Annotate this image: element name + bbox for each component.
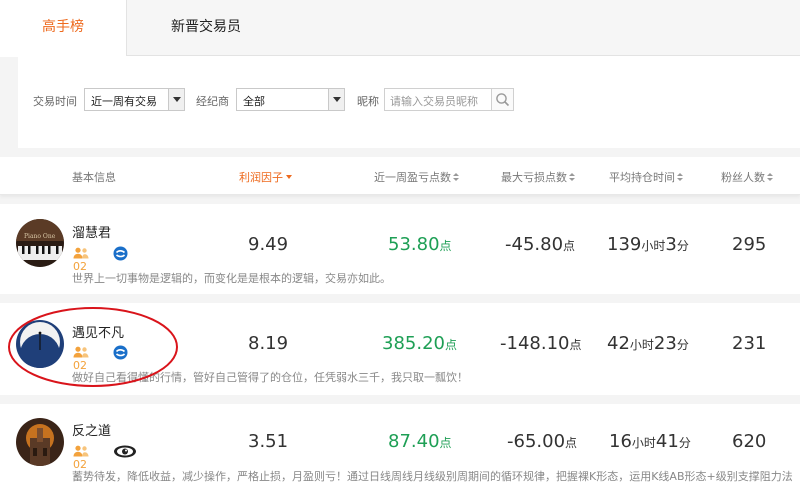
col-max-loss[interactable]: 最大亏损点数 [501, 169, 575, 185]
week-points-number: 385.20 [382, 333, 445, 354]
hold-hours-number: 42 [607, 333, 630, 354]
trade-time-value: 近一周有交易 [91, 95, 157, 108]
col-avg-hold-label: 平均持仓时间 [609, 171, 675, 184]
hours-unit: 小时 [641, 239, 666, 253]
fans-value: 295 [732, 234, 767, 255]
people-icon [73, 445, 89, 457]
fans-value: 231 [732, 333, 767, 354]
max-loss-number: -45.80 [505, 234, 564, 255]
week-points-number: 53.80 [388, 234, 440, 255]
sort-icon [569, 173, 575, 182]
points-unit: 点 [565, 436, 578, 450]
profit-factor-value: 3.51 [248, 431, 289, 452]
svg-text:Piano One: Piano One [24, 233, 56, 240]
chevron-down-icon[interactable] [328, 89, 344, 110]
nickname-label: 昵称 [357, 95, 379, 108]
filter-bar: 交易时间 近一周有交易 经纪商 全部 昵称 请输入交易员昵称 [18, 56, 800, 148]
col-fans[interactable]: 粉丝人数 [721, 169, 773, 185]
hours-unit: 小时 [631, 436, 656, 450]
table-header: 基本信息 利润因子 近一周盈亏点数 最大亏损点数 平均持仓时间 粉丝人数 [0, 157, 800, 195]
max-loss-number: -148.10 [500, 333, 570, 354]
minutes-unit: 分 [676, 338, 689, 352]
sort-icon [677, 173, 683, 182]
sort-icon [453, 173, 459, 182]
people-icon [73, 247, 89, 259]
points-unit: 点 [569, 338, 582, 352]
trader-name[interactable]: 溜慧君 [72, 222, 111, 241]
table-row[interactable]: Piano One 溜慧君 02 世界上一切事物是逻辑的，而变化是是根本的逻辑，… [0, 204, 800, 294]
tab-bar: 高手榜 新晋交易员 [0, 0, 800, 57]
profit-factor-value: 9.49 [248, 234, 289, 255]
eye-level-icon [114, 445, 136, 458]
col-week-points[interactable]: 近一周盈亏点数 [374, 169, 459, 185]
col-profit-factor[interactable]: 利润因子 [239, 169, 292, 185]
trader-name[interactable]: 反之道 [72, 420, 111, 439]
search-icon [496, 93, 510, 107]
hold-minutes-number: 3 [665, 234, 677, 255]
chevron-down-icon[interactable] [168, 89, 184, 110]
fans-value: 620 [732, 431, 767, 452]
hold-hours-number: 139 [607, 234, 642, 255]
hold-minutes-number: 23 [653, 333, 677, 354]
trade-time-label: 交易时间 [33, 95, 77, 108]
sort-icon [767, 173, 773, 182]
points-unit: 点 [444, 338, 457, 352]
week-points-value: 87.40点 [388, 431, 452, 452]
col-profit-factor-label: 利润因子 [239, 171, 283, 184]
max-loss-value: -45.80点 [505, 234, 575, 255]
col-fans-label: 粉丝人数 [721, 171, 765, 184]
avg-hold-value: 139小时3分 [607, 234, 689, 255]
hours-unit: 小时 [629, 338, 654, 352]
max-loss-value: -148.10点 [500, 333, 582, 354]
tab-new-traders[interactable]: 新晋交易员 [127, 0, 285, 56]
trade-time-select[interactable]: 近一周有交易 [84, 88, 185, 111]
col-basic-info: 基本信息 [72, 171, 116, 184]
avg-hold-value: 16小时41分 [609, 431, 691, 452]
hold-minutes-number: 41 [655, 431, 679, 452]
trader-motto: 蓄势待发，降低收益，减少操作，严格止损，月盈则亏！通过日线周线月线级别周期间的循… [72, 470, 793, 483]
week-points-value: 53.80点 [388, 234, 452, 255]
broker-select[interactable]: 全部 [236, 88, 345, 111]
avatar[interactable] [16, 418, 64, 466]
nickname-search-input[interactable]: 请输入交易员昵称 [384, 88, 492, 111]
sort-desc-icon [286, 175, 292, 179]
avatar[interactable]: Piano One [16, 219, 64, 267]
max-loss-value: -65.00点 [507, 431, 577, 452]
week-points-value: 385.20点 [382, 333, 457, 354]
table-row[interactable]: 反之道 02 蓄势待发，降低收益，减少操作，严格止损，月盈则亏！通过日线周线月线… [0, 404, 800, 486]
points-unit: 点 [439, 239, 452, 253]
blue-level-icon [113, 246, 128, 261]
minutes-unit: 分 [676, 239, 689, 253]
avg-hold-value: 42小时23分 [607, 333, 689, 354]
max-loss-number: -65.00 [507, 431, 566, 452]
col-week-points-label: 近一周盈亏点数 [374, 171, 451, 184]
piano-icon: Piano One [16, 219, 64, 267]
search-button[interactable] [492, 88, 514, 111]
points-unit: 点 [439, 436, 452, 450]
hold-hours-number: 16 [609, 431, 632, 452]
annotation-circle [8, 307, 178, 387]
trader-motto: 世界上一切事物是逻辑的，而变化是是根本的逻辑，交易亦如此。 [72, 272, 391, 285]
tab-top-traders[interactable]: 高手榜 [0, 0, 127, 57]
minutes-unit: 分 [678, 436, 691, 450]
castle-icon [16, 418, 64, 466]
points-unit: 点 [563, 239, 576, 253]
broker-value: 全部 [243, 95, 265, 108]
broker-label: 经纪商 [196, 95, 229, 108]
col-max-loss-label: 最大亏损点数 [501, 171, 567, 184]
profit-factor-value: 8.19 [248, 333, 289, 354]
week-points-number: 87.40 [388, 431, 440, 452]
col-avg-hold[interactable]: 平均持仓时间 [609, 169, 683, 185]
